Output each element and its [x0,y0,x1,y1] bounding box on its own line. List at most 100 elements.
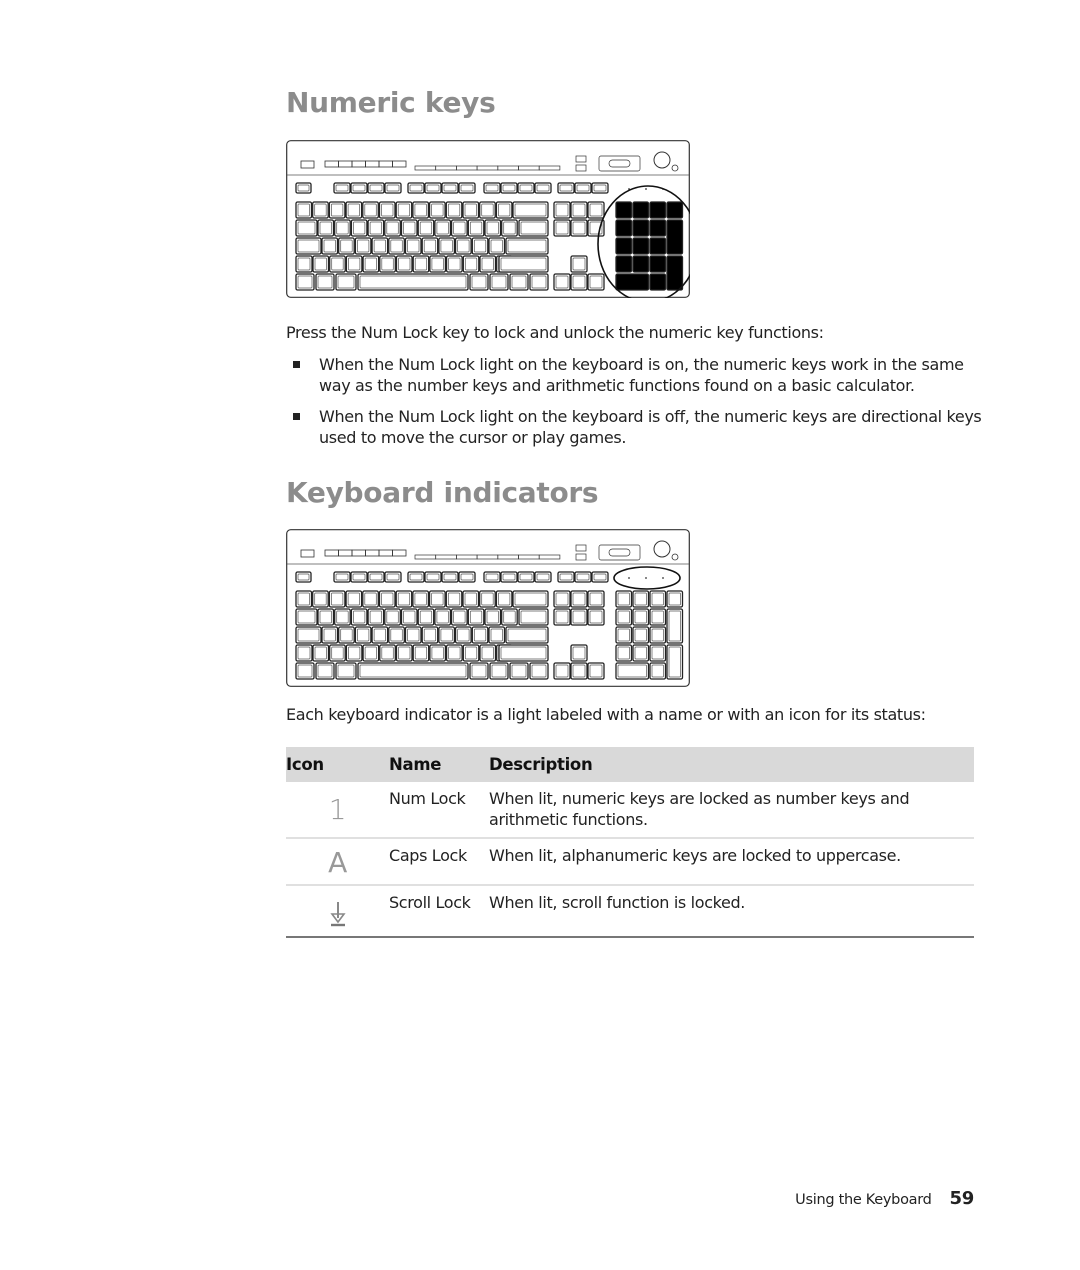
key [384,182,402,194]
key [295,237,322,255]
key [666,219,684,255]
key [591,571,609,583]
key [500,182,518,194]
bullet-item: When the Num Lock light on the keyboard … [286,354,986,396]
bullet-square-icon [293,361,300,368]
key [529,662,549,680]
bullet-text: When the Num Lock light on the keyboard … [319,407,982,447]
header-description: Description [489,747,974,782]
key [498,644,549,662]
key [649,273,667,291]
key [632,201,650,219]
key [335,273,357,291]
key [424,182,442,194]
key [295,662,315,680]
key [574,182,592,194]
key [489,273,509,291]
key [295,626,322,644]
page-footer: Using the Keyboard 59 [795,1188,974,1209]
table-header-row: Icon Name Description [286,747,974,782]
row-description: When lit, scroll function is locked. [489,885,974,938]
key [315,273,335,291]
key [632,237,650,255]
key [350,182,368,194]
key [295,219,318,237]
key [649,237,667,255]
key [509,273,529,291]
key [632,219,650,237]
key [469,273,489,291]
bullet-text: When the Num Lock light on the keyboard … [319,355,964,395]
indicator-light [645,188,647,190]
key [295,608,318,626]
key [424,571,442,583]
key [615,201,633,219]
table-row: Scroll Lock When lit, scroll function is… [286,885,974,938]
key [357,662,469,680]
row-name: Caps Lock [389,838,489,886]
key [666,255,684,291]
num-lock-icon: 1 [328,793,347,826]
row-description: When lit, numeric keys are locked as num… [489,782,974,839]
key [500,571,518,583]
key [649,255,667,273]
header-name: Name [389,747,489,782]
key [557,182,575,194]
key [489,662,509,680]
key [615,273,650,291]
key [615,255,633,273]
indicator-light [628,577,630,579]
key [483,571,501,583]
key [591,182,609,194]
key [615,219,633,237]
bullet-item: When the Num Lock light on the keyboard … [286,406,986,448]
scroll-lock-icon [286,900,389,933]
table-row: 1 Num Lock When lit, numeric keys are lo… [286,782,974,839]
key [517,571,535,583]
key [384,571,402,583]
key [574,571,592,583]
row-description: When lit, alphanumeric keys are locked t… [489,838,974,886]
keyboard-illustration-indicators [286,529,690,687]
key [557,571,575,583]
key [333,571,351,583]
key [458,182,476,194]
key [295,273,315,291]
key [469,662,489,680]
key [335,662,357,680]
key [512,201,549,219]
heading-keyboard-indicators: Keyboard indicators [286,476,599,509]
key [367,571,385,583]
key [534,571,552,583]
key [512,590,549,608]
key [632,255,650,273]
key [534,182,552,194]
key [615,662,650,680]
caps-lock-icon: A [328,846,347,879]
numeric-bullet-list: When the Num Lock light on the keyboard … [286,354,986,458]
manual-page: Numeric keys Press the Num Lock key to l… [0,0,1080,1270]
key [407,571,425,583]
key [357,273,469,291]
key [333,182,351,194]
key [350,571,368,583]
key [649,201,667,219]
key [529,273,549,291]
key [458,571,476,583]
header-icon: Icon [286,747,389,782]
key [649,219,667,237]
indicators-intro: Each keyboard indicator is a light label… [286,705,926,724]
key [441,571,459,583]
key [367,182,385,194]
table-row: A Caps Lock When lit, alphanumeric keys … [286,838,974,886]
key [505,237,549,255]
key [441,182,459,194]
row-name: Scroll Lock [389,885,489,938]
key [483,182,501,194]
indicator-light [645,577,647,579]
key [509,662,529,680]
indicator-light [662,577,664,579]
key [517,182,535,194]
key [498,255,549,273]
heading-numeric-keys: Numeric keys [286,86,496,119]
